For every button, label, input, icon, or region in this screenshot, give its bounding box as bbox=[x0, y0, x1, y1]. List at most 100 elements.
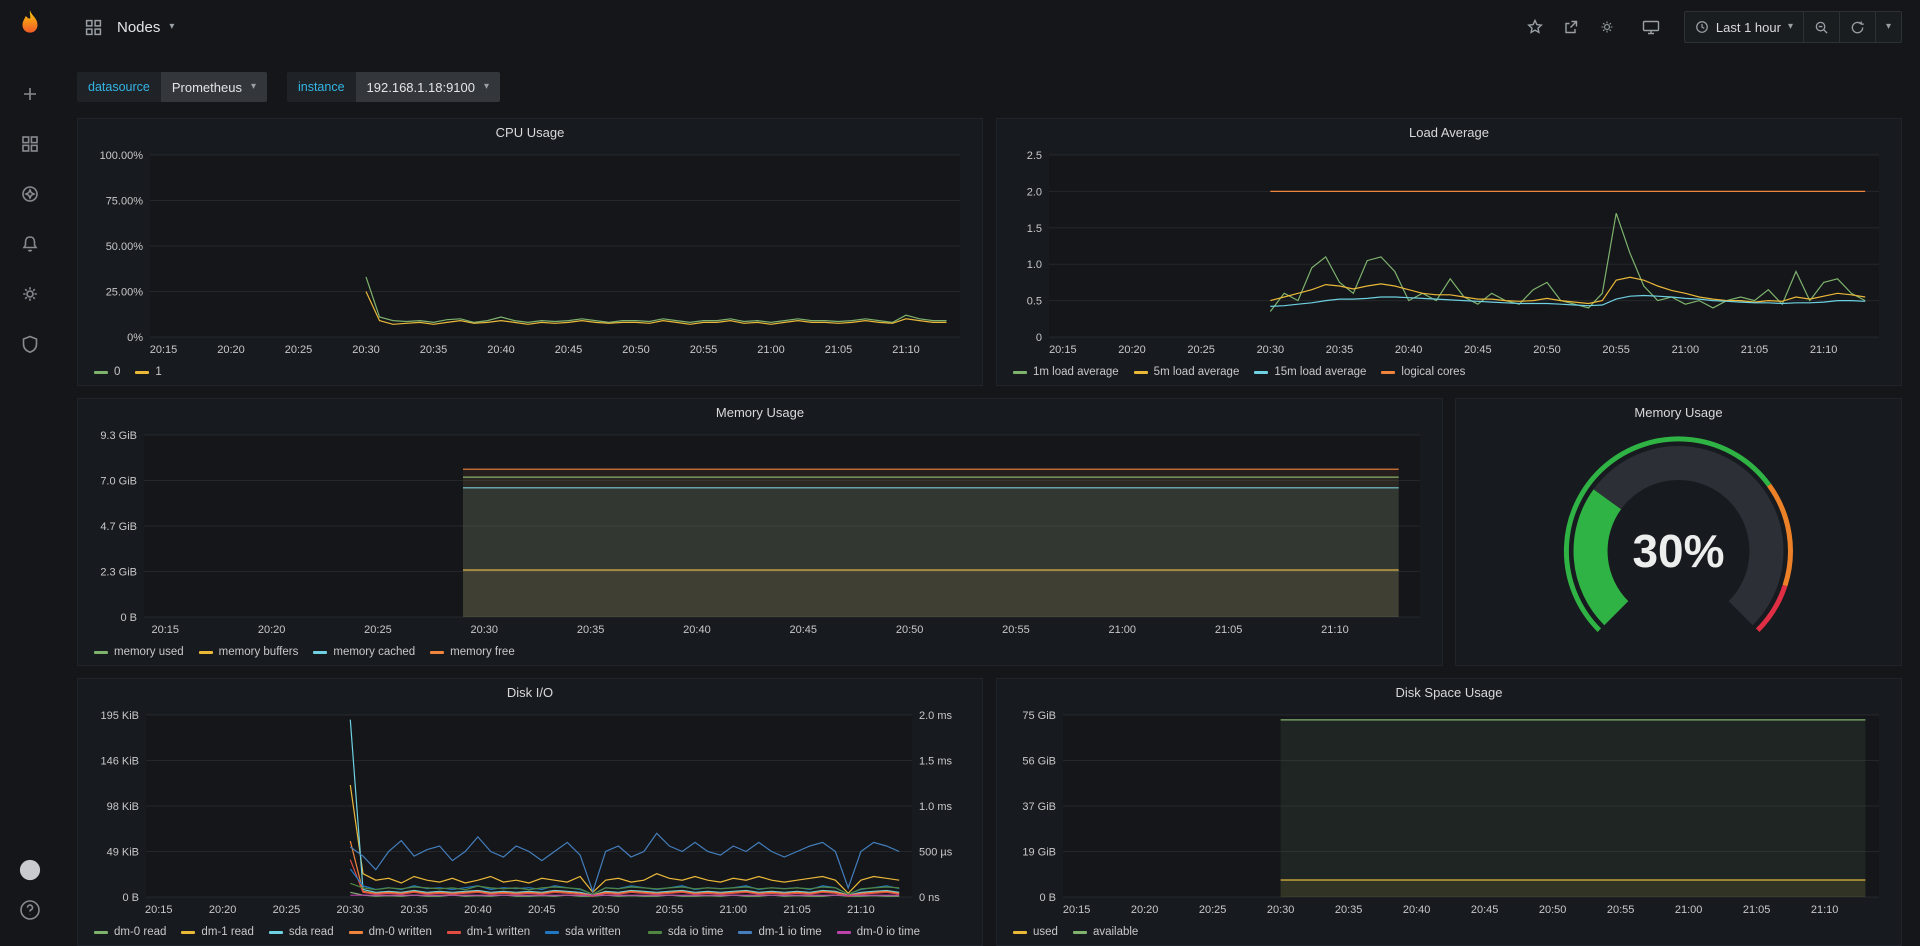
chart-legend: dm-0 read dm-1 read sda read dm-0 written dm… bbox=[94, 922, 966, 942]
svg-text:98 KiB: 98 KiB bbox=[107, 801, 139, 813]
legend-item[interactable]: memory used bbox=[94, 646, 184, 658]
time-range-picker[interactable]: Last 1 hour ▾ bbox=[1685, 12, 1803, 42]
series-color-swatch bbox=[181, 931, 195, 934]
legend-item[interactable]: 5m load average bbox=[1134, 366, 1240, 378]
chevron-down-icon: ▾ bbox=[484, 82, 489, 92]
legend-item[interactable]: dm-1 read bbox=[181, 926, 253, 938]
svg-text:20:50: 20:50 bbox=[592, 904, 620, 916]
dashboards-icon[interactable] bbox=[19, 133, 41, 155]
panel-load-average: Load Average 00.51.01.52.02.520:1520:202… bbox=[996, 118, 1902, 386]
svg-text:30%: 30% bbox=[1632, 525, 1724, 577]
series-color-swatch bbox=[94, 651, 108, 654]
svg-text:21:10: 21:10 bbox=[1810, 344, 1838, 356]
series-color-swatch bbox=[135, 371, 149, 374]
memory-usage-gauge[interactable]: 30% bbox=[1464, 427, 1893, 659]
star-icon[interactable] bbox=[1520, 13, 1550, 41]
svg-text:20:45: 20:45 bbox=[1464, 344, 1492, 356]
panel-title[interactable]: Memory Usage bbox=[1456, 399, 1901, 427]
grafana-logo[interactable] bbox=[15, 8, 45, 43]
series-color-swatch bbox=[94, 931, 108, 934]
refresh-button[interactable] bbox=[1839, 12, 1875, 42]
legend-item[interactable]: 1m load average bbox=[1013, 366, 1119, 378]
svg-text:21:05: 21:05 bbox=[1215, 624, 1243, 636]
svg-text:37 GiB: 37 GiB bbox=[1022, 801, 1056, 813]
svg-text:20:45: 20:45 bbox=[555, 344, 583, 356]
dashboard-title[interactable]: Nodes bbox=[117, 19, 160, 36]
svg-text:9.3 GiB: 9.3 GiB bbox=[100, 430, 137, 442]
svg-text:20:15: 20:15 bbox=[145, 904, 173, 916]
panel-title[interactable]: Disk Space Usage bbox=[997, 679, 1901, 707]
svg-text:20:15: 20:15 bbox=[150, 344, 178, 356]
series-color-swatch bbox=[349, 931, 363, 934]
configuration-gear-icon[interactable] bbox=[19, 283, 41, 305]
panel-title[interactable]: CPU Usage bbox=[78, 119, 982, 147]
legend-item[interactable]: used bbox=[1013, 926, 1058, 938]
zoom-out-button[interactable] bbox=[1803, 12, 1839, 42]
tv-monitor-icon[interactable] bbox=[1636, 13, 1666, 41]
svg-text:20:35: 20:35 bbox=[1326, 344, 1354, 356]
svg-text:20:30: 20:30 bbox=[471, 624, 499, 636]
legend-item[interactable]: 1 bbox=[135, 366, 161, 378]
settings-gear-icon[interactable] bbox=[1592, 13, 1622, 41]
variable-instance: instance 192.168.1.18:9100 ▾ bbox=[287, 72, 500, 102]
svg-text:20:50: 20:50 bbox=[1533, 344, 1561, 356]
legend-item[interactable]: dm-0 written bbox=[349, 926, 432, 938]
panel-memory-gauge: Memory Usage 30% bbox=[1455, 398, 1902, 666]
svg-text:20:40: 20:40 bbox=[1403, 904, 1431, 916]
svg-text:20:55: 20:55 bbox=[1607, 904, 1635, 916]
svg-text:20:20: 20:20 bbox=[1118, 344, 1146, 356]
svg-text:20:30: 20:30 bbox=[1267, 904, 1295, 916]
alerting-bell-icon[interactable] bbox=[19, 233, 41, 255]
load-average-chart[interactable]: 00.51.01.52.02.520:1520:2020:2520:3020:3… bbox=[1005, 147, 1893, 359]
svg-text:50.00%: 50.00% bbox=[106, 241, 144, 253]
svg-text:21:00: 21:00 bbox=[1672, 344, 1700, 356]
series-color-swatch bbox=[430, 651, 444, 654]
legend-item[interactable]: 15m load average bbox=[1254, 366, 1366, 378]
variable-value-dropdown[interactable]: Prometheus ▾ bbox=[161, 72, 267, 102]
panel-title[interactable]: Load Average bbox=[997, 119, 1901, 147]
legend-item[interactable]: dm-1 written bbox=[447, 926, 530, 938]
svg-text:1.5 ms: 1.5 ms bbox=[919, 756, 953, 768]
panel-cpu-usage: CPU Usage 0%25.00%50.00%75.00%100.00%20:… bbox=[77, 118, 983, 386]
svg-text:0.5: 0.5 bbox=[1027, 296, 1042, 308]
svg-text:75 GiB: 75 GiB bbox=[1022, 710, 1056, 722]
refresh-interval-dropdown[interactable]: ▾ bbox=[1875, 12, 1901, 42]
dashboard-grid-icon[interactable] bbox=[78, 13, 108, 41]
legend-item[interactable]: available bbox=[1073, 926, 1138, 938]
shield-icon[interactable] bbox=[19, 333, 41, 355]
disk-io-chart[interactable]: 0 B49 KiB98 KiB146 KiB195 KiB0 ns500 µs1… bbox=[86, 707, 974, 919]
legend-item[interactable]: logical cores bbox=[1381, 366, 1465, 378]
legend-item[interactable]: sda written bbox=[545, 926, 621, 938]
legend-item[interactable]: dm-1 io time bbox=[738, 926, 821, 938]
help-icon[interactable] bbox=[19, 899, 41, 921]
legend-item[interactable]: memory cached bbox=[313, 646, 415, 658]
svg-text:20:25: 20:25 bbox=[285, 344, 313, 356]
legend-item[interactable]: 0 bbox=[94, 366, 120, 378]
svg-text:21:10: 21:10 bbox=[1321, 624, 1349, 636]
user-avatar[interactable] bbox=[19, 859, 41, 881]
svg-text:146 KiB: 146 KiB bbox=[100, 756, 139, 768]
disk-space-chart[interactable]: 0 B19 GiB37 GiB56 GiB75 GiB20:1520:2020:… bbox=[1005, 707, 1893, 919]
legend-item[interactable]: memory free bbox=[430, 646, 515, 658]
legend-item[interactable]: sda read bbox=[269, 926, 334, 938]
share-icon[interactable] bbox=[1556, 13, 1586, 41]
series-color-swatch bbox=[1254, 371, 1268, 374]
legend-item[interactable]: sda io time bbox=[648, 926, 724, 938]
svg-text:1.0: 1.0 bbox=[1027, 259, 1042, 271]
variable-datasource: datasource Prometheus ▾ bbox=[77, 72, 267, 102]
svg-text:20:40: 20:40 bbox=[464, 904, 492, 916]
panel-title[interactable]: Disk I/O bbox=[78, 679, 982, 707]
panel-title[interactable]: Memory Usage bbox=[78, 399, 1442, 427]
legend-item[interactable]: dm-0 read bbox=[94, 926, 166, 938]
cpu-usage-chart[interactable]: 0%25.00%50.00%75.00%100.00%20:1520:2020:… bbox=[86, 147, 974, 359]
svg-text:100.00%: 100.00% bbox=[100, 150, 144, 162]
explore-compass-icon[interactable] bbox=[19, 183, 41, 205]
plus-icon[interactable] bbox=[19, 83, 41, 105]
panel-disk-space: Disk Space Usage 0 B19 GiB37 GiB56 GiB75… bbox=[996, 678, 1902, 946]
variable-value-dropdown[interactable]: 192.168.1.18:9100 ▾ bbox=[356, 72, 500, 102]
legend-item[interactable]: dm-0 io time bbox=[837, 926, 920, 938]
chevron-down-icon[interactable]: ▾ bbox=[169, 22, 174, 32]
legend-item[interactable]: memory buffers bbox=[199, 646, 299, 658]
panel-disk-io: Disk I/O 0 B49 KiB98 KiB146 KiB195 KiB0 … bbox=[77, 678, 983, 946]
memory-usage-chart[interactable]: 0 B2.3 GiB4.7 GiB7.0 GiB9.3 GiB20:1520:2… bbox=[86, 427, 1434, 639]
